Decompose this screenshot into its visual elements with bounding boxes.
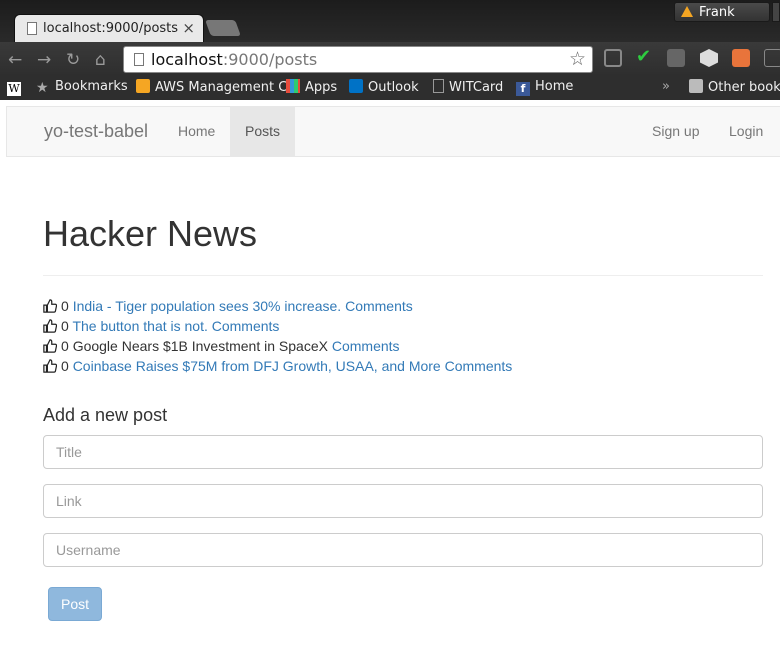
home-icon[interactable]: ⌂ [95,50,106,70]
comments-link[interactable]: Comments [332,338,400,354]
comments-link[interactable]: Comments [445,358,513,374]
post-title-link[interactable]: The button that is not. [72,318,207,334]
divider [43,275,763,276]
tab-strip: localhost:9000/posts × Frank [0,0,780,42]
apps-grid-icon [286,79,300,93]
address-bar[interactable]: localhost:9000/posts ☆ [123,46,593,73]
post-item: 0 India - Tiger population sees 30% incr… [43,296,763,316]
post-title-text: Google Nears $1B Investment in SpaceX [72,338,328,354]
bookmark-aws[interactable]: AWS Management C [136,79,287,95]
check-extension-icon[interactable]: ✔ [636,48,654,67]
nav-sign-up[interactable]: Sign up [637,107,714,156]
aws-icon [136,79,150,93]
post-item: 0 Coinbase Raises $75M from DFJ Growth, … [43,356,763,376]
bookmark-wikipedia[interactable]: W [7,79,26,96]
browser-tab[interactable]: localhost:9000/posts × [14,14,204,42]
star-icon: ★ [36,80,49,96]
bookmarks-bar: W ★ Bookmarks AWS Management C Apps Outlo… [0,76,780,100]
tab-title: localhost:9000/posts [43,21,179,36]
reload-icon[interactable]: ↻ [66,50,80,70]
form-heading: Add a new post [43,405,168,425]
cast-icon[interactable] [604,49,622,67]
thumbs-up-icon[interactable] [43,359,57,373]
nav-posts[interactable]: Posts [230,107,296,156]
bookmark-witcard[interactable]: WITCard [433,79,503,95]
bookmark-apps[interactable]: Apps [286,79,337,95]
browser-toolbar: ← → ↻ ⌂ localhost:9000/posts ☆ ✔ [0,42,780,76]
forward-icon[interactable]: → [37,50,51,70]
username-input[interactable] [43,533,763,567]
post-item: 0 The button that is not. Comments [43,316,763,336]
vote-count: 0 [61,338,69,354]
back-icon[interactable]: ← [8,50,22,70]
post-title-link[interactable]: Coinbase Raises $75M from DFJ Growth, US… [73,358,441,374]
nav-login[interactable]: Login [714,107,778,156]
wikipedia-icon: W [7,82,21,96]
folder-icon [689,79,703,93]
close-icon[interactable]: × [182,19,195,37]
nav-home[interactable]: Home [163,107,230,156]
bookmarks-overflow-icon[interactable]: » [662,79,670,94]
post-item: 0 Google Nears $1B Investment in SpaceX … [43,336,763,356]
thumbs-up-icon[interactable] [43,339,57,353]
thumbs-up-icon[interactable] [43,299,57,313]
profile-button[interactable]: Frank [674,2,770,22]
bookmark-outlook[interactable]: Outlook [349,79,419,95]
comments-link[interactable]: Comments [345,298,413,314]
page-icon [134,53,144,66]
facebook-icon: f [516,82,530,96]
vote-count: 0 [61,298,69,314]
warning-icon [681,6,693,17]
post-title-link[interactable]: India - Tiger population sees 30% increa… [73,298,342,314]
mail-icon [349,79,363,93]
window-control-button[interactable] [772,2,780,22]
other-bookmarks[interactable]: Other bookm [689,79,780,95]
title-input[interactable] [43,435,763,469]
page-icon [27,22,37,35]
url-text: localhost:9000/posts [151,50,318,69]
site-navbar: yo-test-babel Home Posts Sign up Login [6,106,780,157]
new-tab-button[interactable] [205,20,241,36]
profile-name: Frank [699,5,735,20]
vote-count: 0 [61,358,69,374]
link-input[interactable] [43,484,763,518]
post-list: 0 India - Tiger population sees 30% incr… [43,296,763,376]
tv-extension-icon[interactable] [732,49,750,67]
bookmark-bookmarks[interactable]: ★ Bookmarks [36,79,128,95]
comments-link[interactable]: Comments [212,318,280,334]
browser-chrome: localhost:9000/posts × Frank ← → ↻ ⌂ loc… [0,0,780,100]
md-extension-icon[interactable] [667,49,685,67]
menu-icon[interactable] [764,49,780,67]
site-brand[interactable]: yo-test-babel [44,121,148,142]
shield-extension-icon[interactable] [700,49,718,67]
page-icon [433,79,444,93]
vote-count: 0 [61,318,69,334]
post-button[interactable]: Post [48,587,102,621]
bookmark-star-icon[interactable]: ☆ [569,48,586,70]
bookmark-home[interactable]: f Home [516,79,573,96]
thumbs-up-icon[interactable] [43,319,57,333]
page-title: Hacker News [43,213,258,254]
